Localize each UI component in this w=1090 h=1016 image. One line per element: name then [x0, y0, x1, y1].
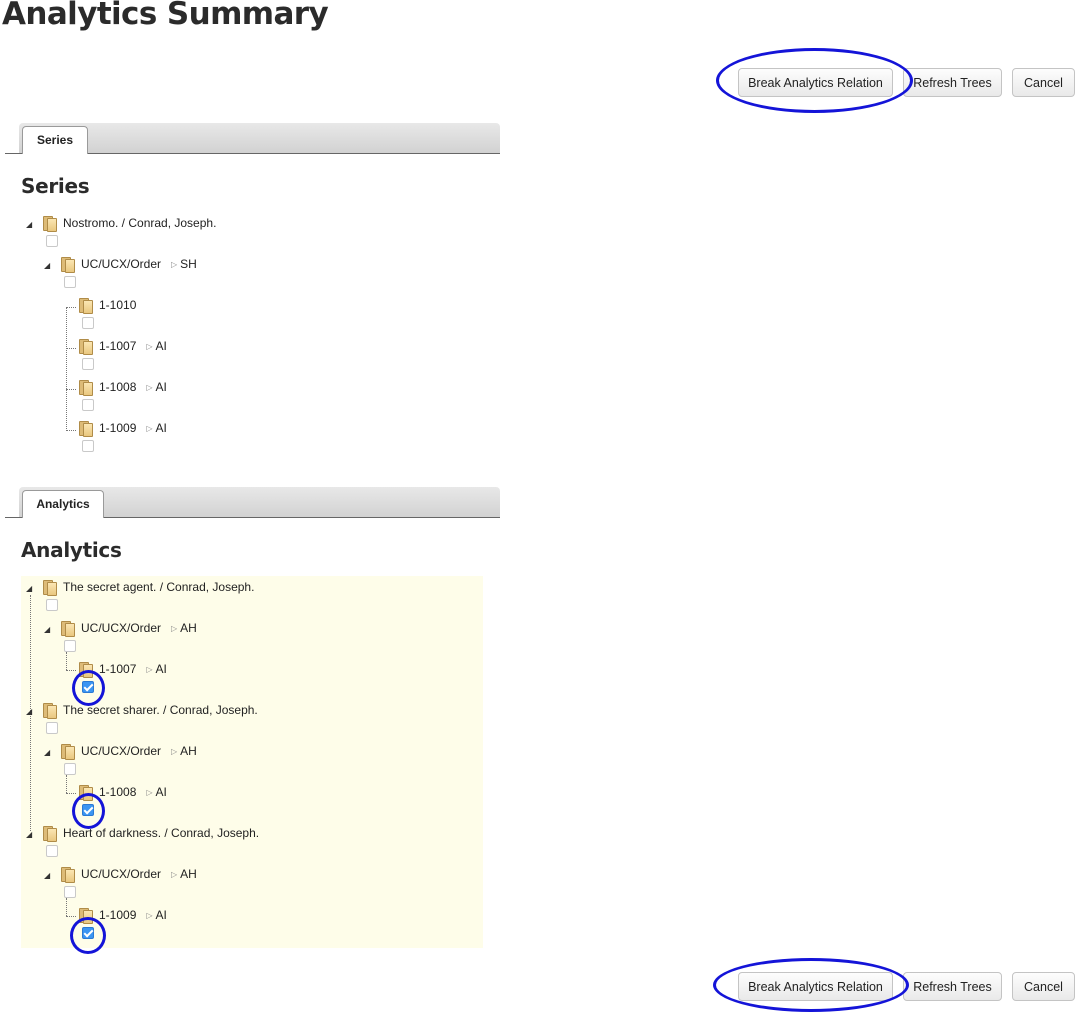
tree-toggle-icon[interactable]: ◢ [26, 706, 37, 717]
folder-icon [60, 867, 76, 883]
break-analytics-relation-button-top[interactable]: Break Analytics Relation [738, 68, 893, 97]
tree-node-label: 1-1008 [99, 380, 137, 394]
tree-node-checkbox[interactable] [64, 640, 76, 652]
tree-node-checkbox[interactable] [82, 358, 94, 370]
arrow-right-icon: ▷ [146, 665, 153, 674]
tree-node-label: 1-1007 [99, 662, 137, 676]
tree-node-label: UC/UCX/Order [81, 867, 162, 881]
folder-icon [42, 580, 58, 596]
tab-analytics[interactable]: Analytics [22, 490, 104, 518]
folder-icon [78, 339, 94, 355]
folder-icon [78, 298, 94, 314]
tree-toggle-icon[interactable]: ◢ [44, 624, 55, 635]
tree-toggle-icon[interactable]: ◢ [44, 260, 55, 271]
tree-node-label[interactable]: The secret agent. / Conrad, Joseph. [63, 580, 254, 594]
refresh-trees-button-top[interactable]: Refresh Trees [903, 68, 1002, 97]
folder-icon [60, 744, 76, 760]
folder-icon [60, 257, 76, 273]
tree-node-checkbox[interactable] [64, 886, 76, 898]
tree-node-checkbox[interactable] [82, 440, 94, 452]
tree-node-label: UC/UCX/Order [81, 257, 162, 271]
tree-node-label: 1-1010 [99, 298, 137, 312]
level-label: AH [180, 867, 197, 881]
tree-node-checkbox-checked[interactable] [82, 927, 94, 939]
tree-toggle-icon[interactable]: ◢ [26, 219, 37, 230]
tree-node-label: UC/UCX/Order [81, 744, 162, 758]
arrow-right-icon: ▷ [146, 383, 153, 392]
tree-node-checkbox-checked[interactable] [82, 681, 94, 693]
tree-node-checkbox-checked[interactable] [82, 804, 94, 816]
level-label: AI [155, 421, 167, 435]
folder-icon [42, 826, 58, 842]
tree-node-checkbox[interactable] [46, 845, 58, 857]
arrow-right-icon: ▷ [171, 747, 178, 756]
tree-toggle-icon[interactable]: ◢ [26, 829, 37, 840]
folder-icon [78, 421, 94, 437]
folder-icon [42, 703, 58, 719]
tree-node-label: UC/UCX/Order [81, 621, 162, 635]
arrow-right-icon: ▷ [171, 870, 178, 879]
tree-node-label[interactable]: Nostromo. / Conrad, Joseph. [63, 216, 216, 230]
tree-node-label: 1-1009 [99, 908, 137, 922]
arrow-right-icon: ▷ [171, 624, 178, 633]
tree-node-label[interactable]: The secret sharer. / Conrad, Joseph. [63, 703, 258, 717]
folder-icon [78, 908, 94, 924]
level-label: AI [155, 662, 167, 676]
refresh-trees-button-bottom[interactable]: Refresh Trees [903, 972, 1002, 1001]
level-label: AI [155, 908, 167, 922]
tree-toggle-icon[interactable]: ◢ [44, 870, 55, 881]
tree-node-checkbox[interactable] [82, 399, 94, 411]
arrow-right-icon: ▷ [146, 911, 153, 920]
arrow-right-icon: ▷ [146, 788, 153, 797]
tree-toggle-icon[interactable]: ◢ [44, 747, 55, 758]
cancel-button-bottom[interactable]: Cancel [1012, 972, 1075, 1001]
tree-node-label: 1-1009 [99, 421, 137, 435]
tree-node-checkbox[interactable] [64, 276, 76, 288]
arrow-right-icon: ▷ [146, 342, 153, 351]
level-label: SH [180, 257, 197, 271]
tree-node-checkbox[interactable] [64, 763, 76, 775]
folder-icon [78, 785, 94, 801]
series-heading: Series [21, 174, 90, 198]
tree-toggle-icon[interactable]: ◢ [26, 583, 37, 594]
tree-node-label: 1-1007 [99, 339, 137, 353]
cancel-button-top[interactable]: Cancel [1012, 68, 1075, 97]
level-label: AH [180, 621, 197, 635]
tree-node-label: 1-1008 [99, 785, 137, 799]
analytics-heading: Analytics [21, 538, 122, 562]
tab-series[interactable]: Series [22, 126, 88, 154]
level-label: AH [180, 744, 197, 758]
level-label: AI [155, 785, 167, 799]
arrow-right-icon: ▷ [146, 424, 153, 433]
folder-icon [60, 621, 76, 637]
folder-icon [78, 662, 94, 678]
page-title: Analytics Summary [2, 0, 329, 32]
level-label: AI [155, 380, 167, 394]
folder-icon [42, 216, 58, 232]
level-label: AI [155, 339, 167, 353]
tree-node-label[interactable]: Heart of darkness. / Conrad, Joseph. [63, 826, 259, 840]
analytics-tab-bar: Analytics [5, 487, 500, 518]
tree-node-checkbox[interactable] [46, 235, 58, 247]
tree-node-checkbox[interactable] [46, 599, 58, 611]
tree-node-checkbox[interactable] [82, 317, 94, 329]
series-tab-bar: Series [5, 123, 500, 154]
folder-icon [78, 380, 94, 396]
break-analytics-relation-button-bottom[interactable]: Break Analytics Relation [738, 972, 893, 1001]
arrow-right-icon: ▷ [171, 260, 178, 269]
tree-node-checkbox[interactable] [46, 722, 58, 734]
